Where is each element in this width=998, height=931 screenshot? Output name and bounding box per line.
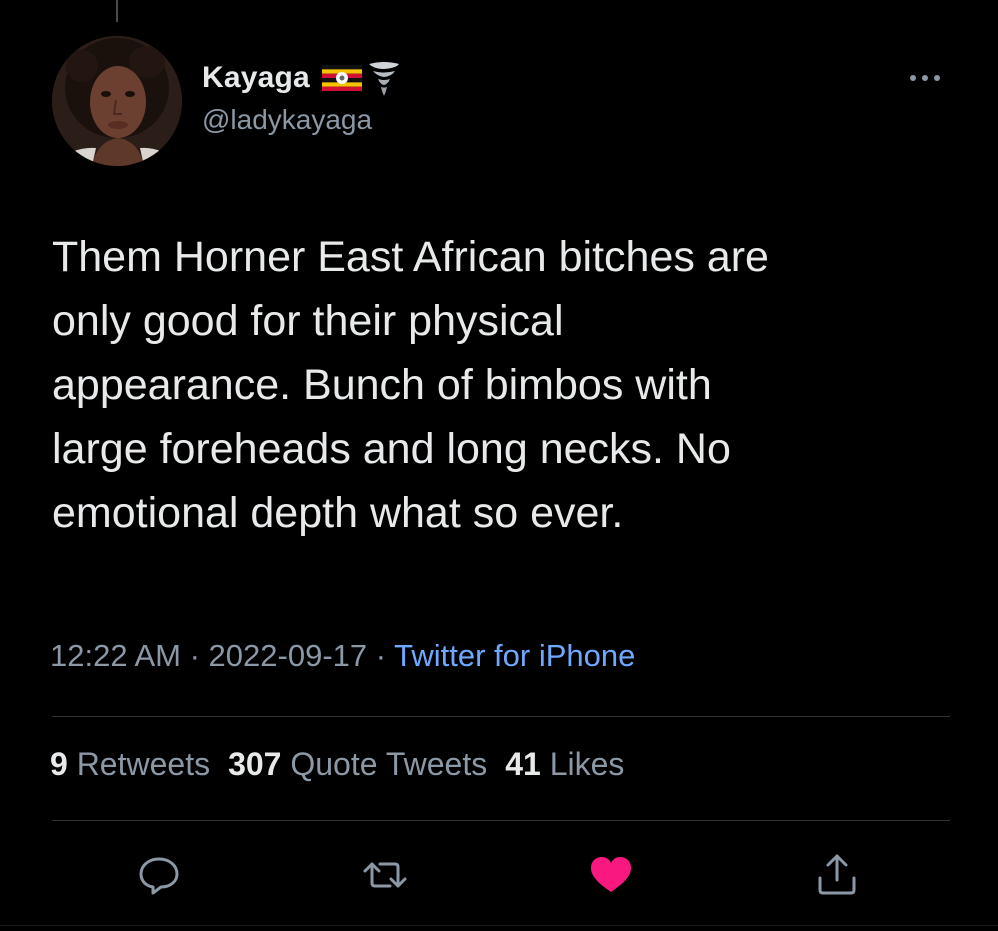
likes-count: 41 xyxy=(505,746,541,782)
display-name[interactable]: Kayaga xyxy=(202,61,310,95)
retweets-count: 9 xyxy=(50,746,68,782)
quote-tweets-count: 307 xyxy=(228,746,282,782)
likes-label: Likes xyxy=(549,746,625,782)
retweet-icon xyxy=(363,862,407,888)
thread-connector-line xyxy=(116,0,118,22)
share-button[interactable] xyxy=(812,850,862,900)
retweet-button[interactable] xyxy=(360,850,410,900)
meta-separator: · xyxy=(180,638,209,673)
tornado-icon xyxy=(366,58,402,98)
tweet-metadata: 12:22 AM · 2022-09-17 · Twitter for iPho… xyxy=(50,638,635,674)
tweet-body-text: Them Horner East African bitches are onl… xyxy=(52,233,769,537)
tweet-date[interactable]: 2022-09-17 xyxy=(209,638,368,673)
quote-tweets-stat[interactable]: 307 Quote Tweets xyxy=(228,746,487,782)
uganda-flag-icon xyxy=(321,65,362,91)
tweet-stats: 9 Retweets 307 Quote Tweets 41 Likes xyxy=(50,746,642,783)
quote-tweets-label: Quote Tweets xyxy=(290,746,488,782)
user-info: Kayaga @ladykayaga xyxy=(202,58,402,136)
tweet-action-bar xyxy=(0,850,998,910)
like-button[interactable] xyxy=(586,850,636,900)
more-options-icon[interactable] xyxy=(907,72,943,84)
meta-separator: · xyxy=(367,638,395,673)
likes-stat[interactable]: 41 Likes xyxy=(505,746,624,782)
divider xyxy=(52,820,950,821)
share-icon xyxy=(818,854,856,895)
avatar[interactable] xyxy=(52,36,182,166)
heart-icon xyxy=(591,857,631,892)
retweets-label: Retweets xyxy=(76,746,211,782)
reply-icon xyxy=(139,857,179,895)
avatar-image xyxy=(52,36,182,166)
user-handle[interactable]: @ladykayaga xyxy=(202,104,402,136)
tweet-time[interactable]: 12:22 AM xyxy=(50,638,181,673)
reply-button[interactable] xyxy=(134,850,184,900)
tweet-source-link[interactable]: Twitter for iPhone xyxy=(394,638,635,673)
tweet-header: Kayaga @ladykayaga xyxy=(52,36,952,168)
bottom-divider xyxy=(0,925,998,926)
divider xyxy=(52,716,950,717)
retweets-stat[interactable]: 9 Retweets xyxy=(50,746,210,782)
name-row: Kayaga xyxy=(202,58,402,98)
